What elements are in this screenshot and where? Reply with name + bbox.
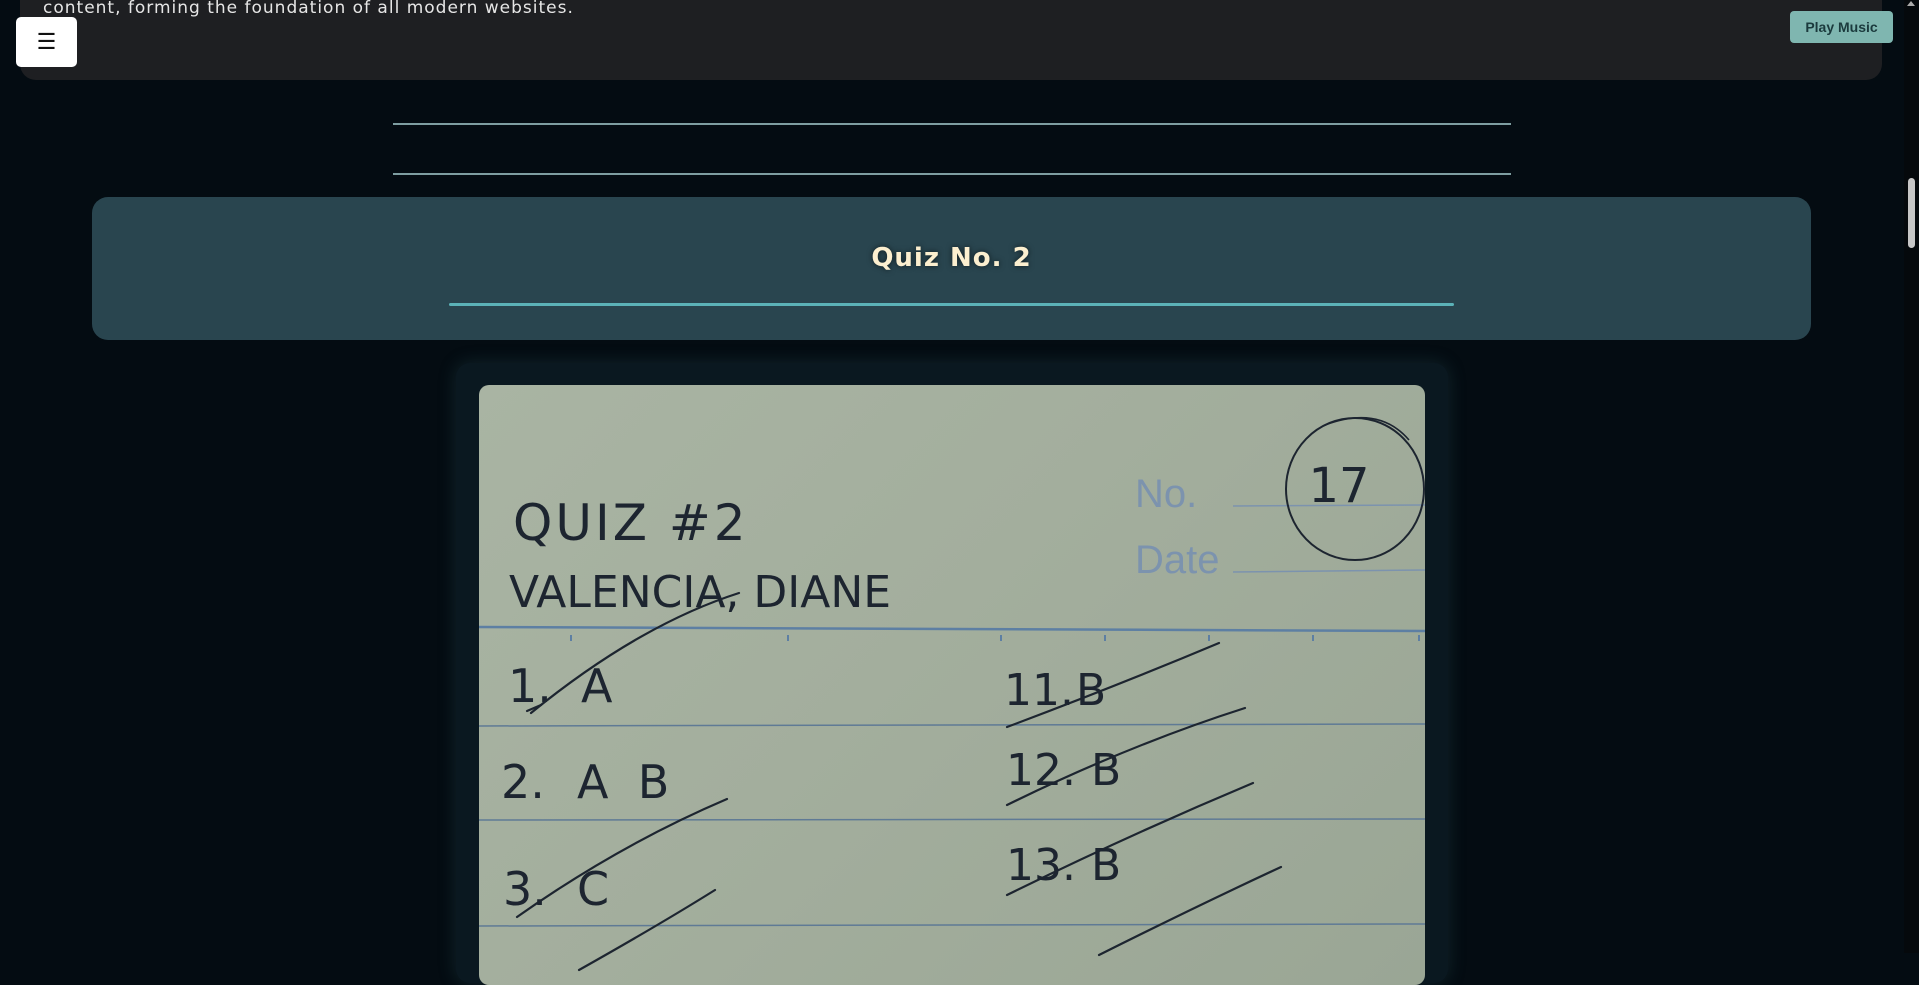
quiz-title-underline bbox=[449, 303, 1454, 306]
menu-button[interactable]: ☰ bbox=[16, 17, 77, 67]
quiz-paper-drawing: No. Date QUIZ #2 VALENCIA, DIANE 1. A 2.… bbox=[479, 417, 1425, 972]
answer-2-number: 2. bbox=[501, 755, 545, 809]
no-label: No. bbox=[1135, 472, 1197, 516]
handwritten-heading: QUIZ #2 bbox=[513, 494, 749, 552]
answer-13-number: 13. bbox=[1006, 840, 1076, 891]
play-music-button[interactable]: Play Music bbox=[1790, 11, 1893, 43]
answer-3-value: C bbox=[577, 862, 609, 916]
answer-1-value: A bbox=[581, 659, 613, 713]
quiz-title: Quiz No. 2 bbox=[871, 243, 1032, 273]
handwritten-name: VALENCIA, DIANE bbox=[509, 567, 891, 618]
intro-text: content, forming the foundation of all m… bbox=[43, 0, 574, 18]
divider-line bbox=[393, 173, 1511, 175]
quiz-paper-photo: No. Date QUIZ #2 VALENCIA, DIANE 1. A 2.… bbox=[479, 385, 1425, 985]
divider-line bbox=[393, 123, 1511, 125]
page-scrollbar[interactable] bbox=[1904, 0, 1919, 953]
quiz-header-card: Quiz No. 2 bbox=[92, 197, 1811, 340]
answer-11-number: 11. bbox=[1004, 665, 1074, 716]
answer-3-number: 3. bbox=[503, 862, 547, 916]
scrollbar-thumb[interactable] bbox=[1908, 178, 1915, 248]
answer-2-value: A B bbox=[577, 755, 669, 809]
date-label: Date bbox=[1135, 538, 1220, 582]
answer-1-number: 1. bbox=[508, 659, 552, 713]
answer-12-value: B bbox=[1091, 745, 1121, 796]
scroll-up-arrow-icon[interactable] bbox=[1907, 1, 1915, 6]
score-value: 17 bbox=[1308, 458, 1369, 514]
